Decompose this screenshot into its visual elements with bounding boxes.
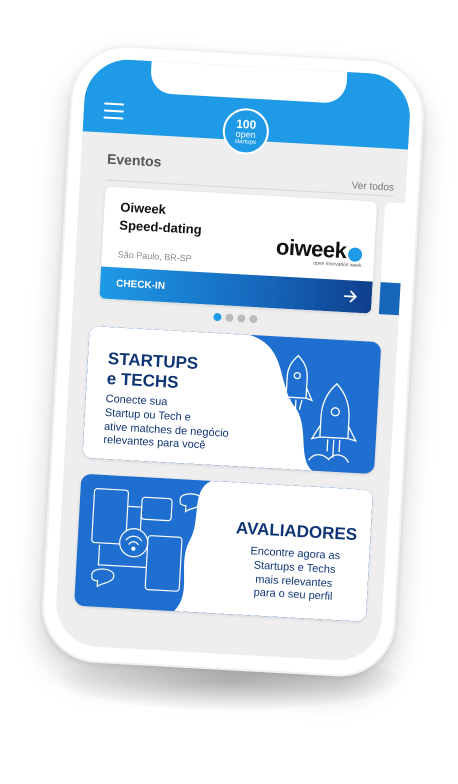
logo-word-startups: startups bbox=[234, 138, 257, 146]
app-screen: 100 open startups Eventos Ver todos Oiwe… bbox=[53, 57, 413, 663]
oiweek-logo: oiweek open innovation week bbox=[275, 234, 363, 269]
pagination-dot-3[interactable] bbox=[237, 314, 246, 323]
pagination-dot-2[interactable] bbox=[225, 313, 234, 322]
avaliadores-banner[interactable]: AVALIADORES Encontre agora as Startups e… bbox=[74, 473, 374, 622]
event-location: São Paulo, BR-SP bbox=[117, 249, 192, 264]
arrow-right-icon bbox=[343, 290, 357, 303]
event-subtitle: Speed-dating bbox=[118, 217, 203, 238]
oiweek-mark-icon bbox=[347, 247, 363, 262]
startups-banner-description: Conecte sua Startup ou Tech e ative matc… bbox=[103, 393, 276, 457]
checkin-button[interactable]: CHECK-IN bbox=[99, 266, 373, 314]
oiweek-wordmark: oiweek bbox=[275, 234, 348, 264]
startups-banner-title: STARTUPS e TECHS bbox=[106, 349, 198, 393]
events-section-title: Eventos bbox=[106, 150, 162, 170]
event-card[interactable]: Oiweek Speed-dating São Paulo, BR-SP oiw… bbox=[99, 186, 378, 314]
startups-techs-banner[interactable]: STARTUPS e TECHS Conecte sua Startup ou … bbox=[82, 325, 382, 475]
hamburger-menu-icon[interactable] bbox=[103, 102, 125, 120]
pagination-dot-1[interactable] bbox=[213, 312, 222, 322]
see-all-link[interactable]: Ver todos bbox=[351, 180, 394, 193]
phone-mockup: 100 open startups Eventos Ver todos Oiwe… bbox=[39, 42, 427, 680]
event-name: Oiweek bbox=[120, 199, 167, 218]
pagination-dot-4[interactable] bbox=[249, 314, 258, 324]
checkin-label: CHECK-IN bbox=[115, 278, 166, 293]
avaliadores-banner-description: Encontre agora as Startups e Techs mais … bbox=[227, 544, 362, 606]
